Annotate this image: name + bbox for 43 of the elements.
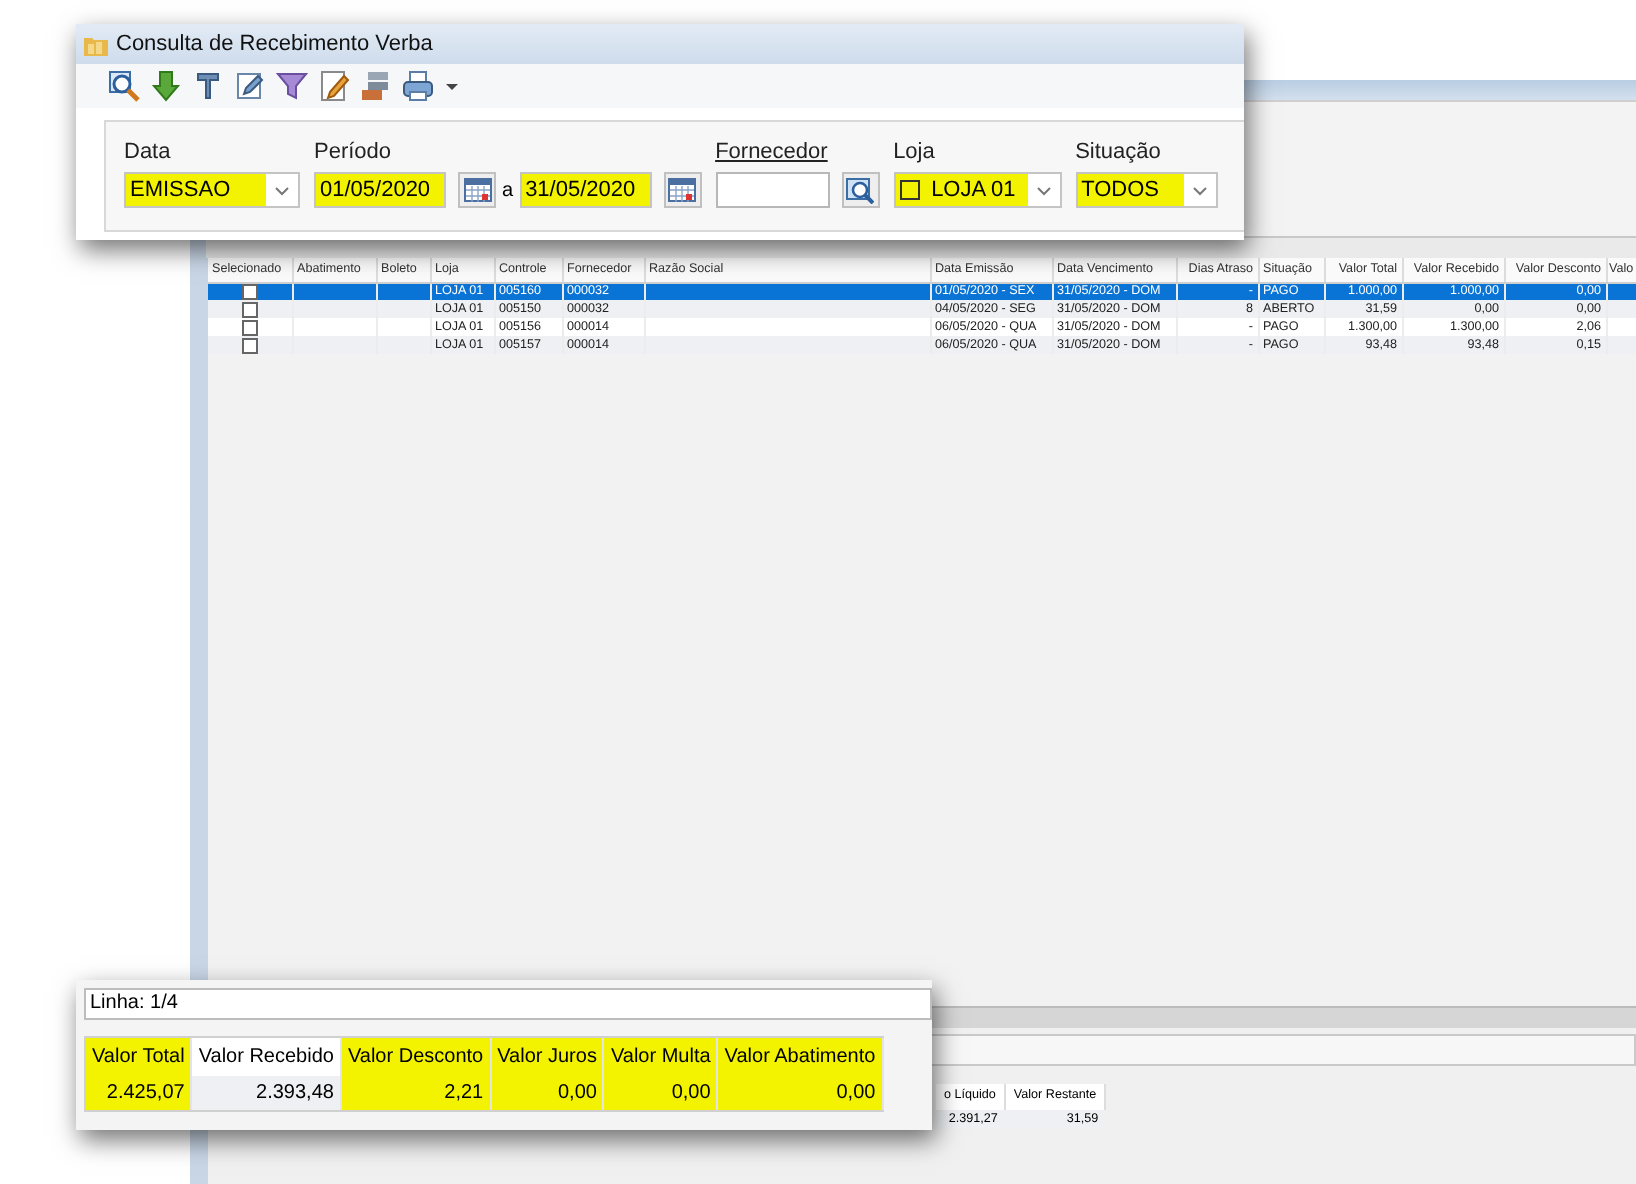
total-label: Valor Total bbox=[86, 1038, 191, 1076]
window-title: Consulta de Recebimento Verba bbox=[116, 32, 433, 56]
total-value: 2.425,07 bbox=[86, 1076, 191, 1110]
dropdown-value: LOJA 01 bbox=[931, 178, 1016, 202]
pencil-icon[interactable] bbox=[234, 70, 266, 102]
field-label: Período bbox=[314, 140, 392, 164]
notepad-icon[interactable] bbox=[318, 70, 350, 102]
dropdown[interactable]: TODOS bbox=[1075, 172, 1218, 208]
range-separator: a bbox=[502, 179, 514, 201]
total-value: 0,00 bbox=[718, 1076, 882, 1110]
input-field[interactable] bbox=[715, 172, 830, 208]
dropdown[interactable]: EMISSAO bbox=[124, 172, 300, 208]
printer-icon[interactable] bbox=[402, 70, 434, 102]
dropdown[interactable]: LOJA 01 bbox=[893, 172, 1062, 208]
field-label: Situação bbox=[1075, 140, 1161, 164]
total-value: 0,00 bbox=[491, 1076, 603, 1110]
field-label: Loja bbox=[893, 140, 935, 164]
total-label: Valor Recebido bbox=[196, 1044, 336, 1072]
total-label: Valor Multa bbox=[604, 1038, 717, 1076]
total-value: 2,21 bbox=[341, 1076, 490, 1110]
status-bar: Linha: 1/4 bbox=[84, 988, 932, 1020]
total-label: Valor Desconto bbox=[341, 1038, 490, 1076]
total-value: 2.393,48 bbox=[192, 1076, 340, 1110]
checkbox[interactable] bbox=[241, 337, 258, 353]
date-field[interactable]: 01/05/2020 bbox=[314, 172, 446, 208]
checkbox[interactable] bbox=[899, 180, 920, 200]
checkbox[interactable] bbox=[241, 319, 258, 335]
chevron-icon bbox=[1035, 185, 1052, 195]
field-link[interactable]: Fornecedor bbox=[715, 140, 828, 164]
chevron-icon bbox=[1191, 185, 1208, 195]
total-value: 0,00 bbox=[604, 1076, 717, 1110]
calendar-button[interactable] bbox=[458, 172, 496, 208]
folder-icon bbox=[84, 33, 108, 55]
search-button[interactable] bbox=[841, 172, 880, 208]
checkbox[interactable] bbox=[241, 301, 258, 317]
total-label: Valor Abatimento bbox=[718, 1038, 882, 1076]
calendar-button[interactable] bbox=[663, 172, 702, 208]
total-label: Valor Juros bbox=[491, 1038, 603, 1076]
date-field[interactable]: 31/05/2020 bbox=[519, 172, 652, 208]
field-label: Data bbox=[124, 140, 171, 164]
search-icon[interactable] bbox=[108, 70, 140, 102]
chevron-icon bbox=[274, 185, 290, 195]
down-arrow-icon[interactable] bbox=[150, 70, 182, 102]
